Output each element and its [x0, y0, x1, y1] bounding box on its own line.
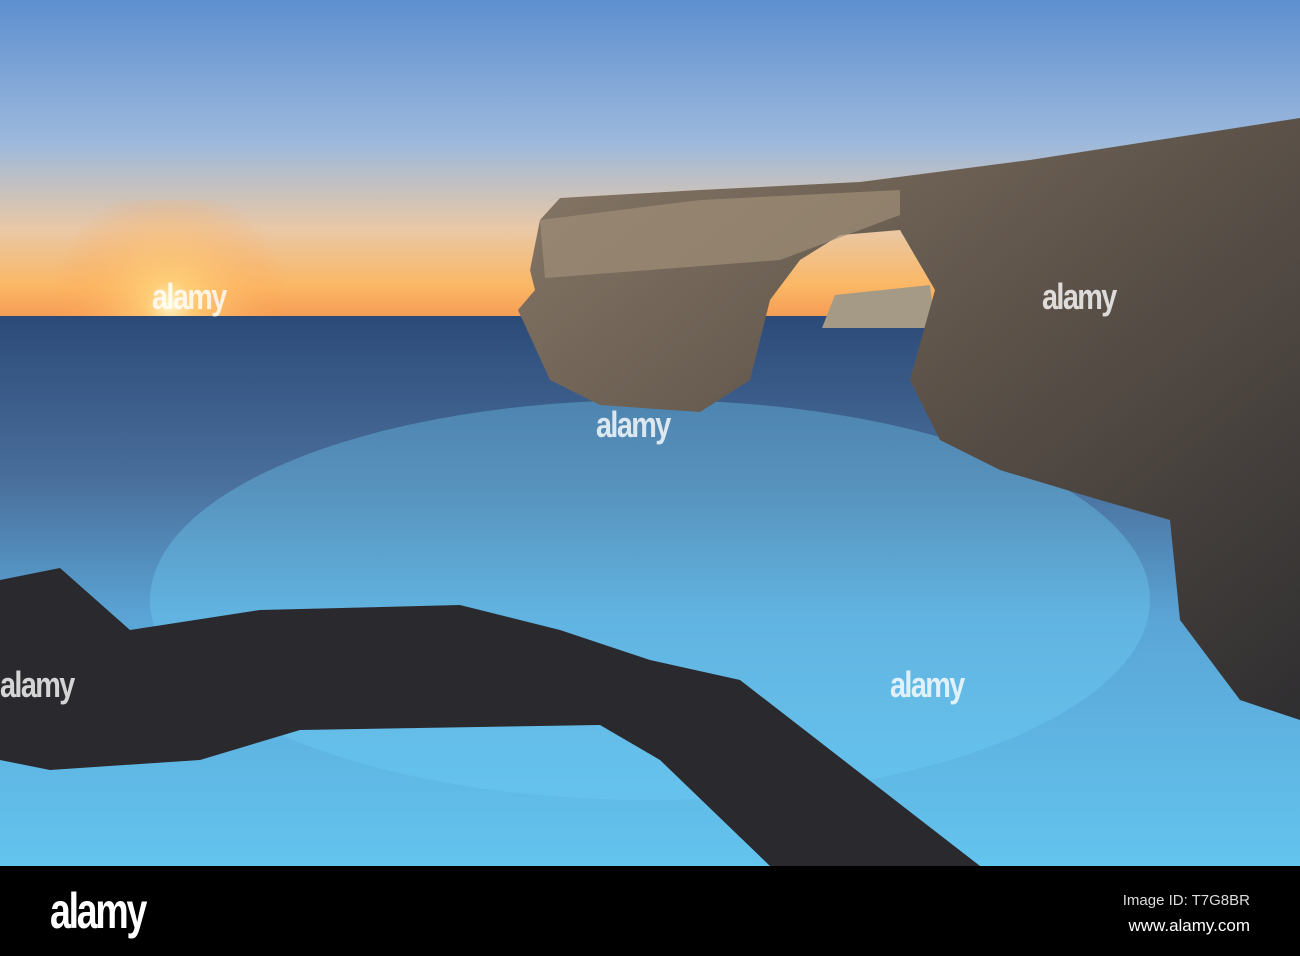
watermark: alamy [152, 276, 227, 317]
site-url: www.alamy.com [1128, 916, 1250, 935]
footer-bar: alamy Image ID: T7G8BR www.alamy.com [0, 866, 1300, 956]
watermark: alamy [1042, 276, 1117, 317]
watermark: alamy [0, 664, 75, 705]
alamy-logo: alamy [50, 883, 147, 939]
watermark: alamy [890, 664, 965, 705]
image-id: Image ID: T7G8BR [1122, 892, 1250, 909]
watermark: alamy [596, 404, 671, 445]
photo: alamy alamy alamy alamy alamy [0, 0, 1300, 866]
